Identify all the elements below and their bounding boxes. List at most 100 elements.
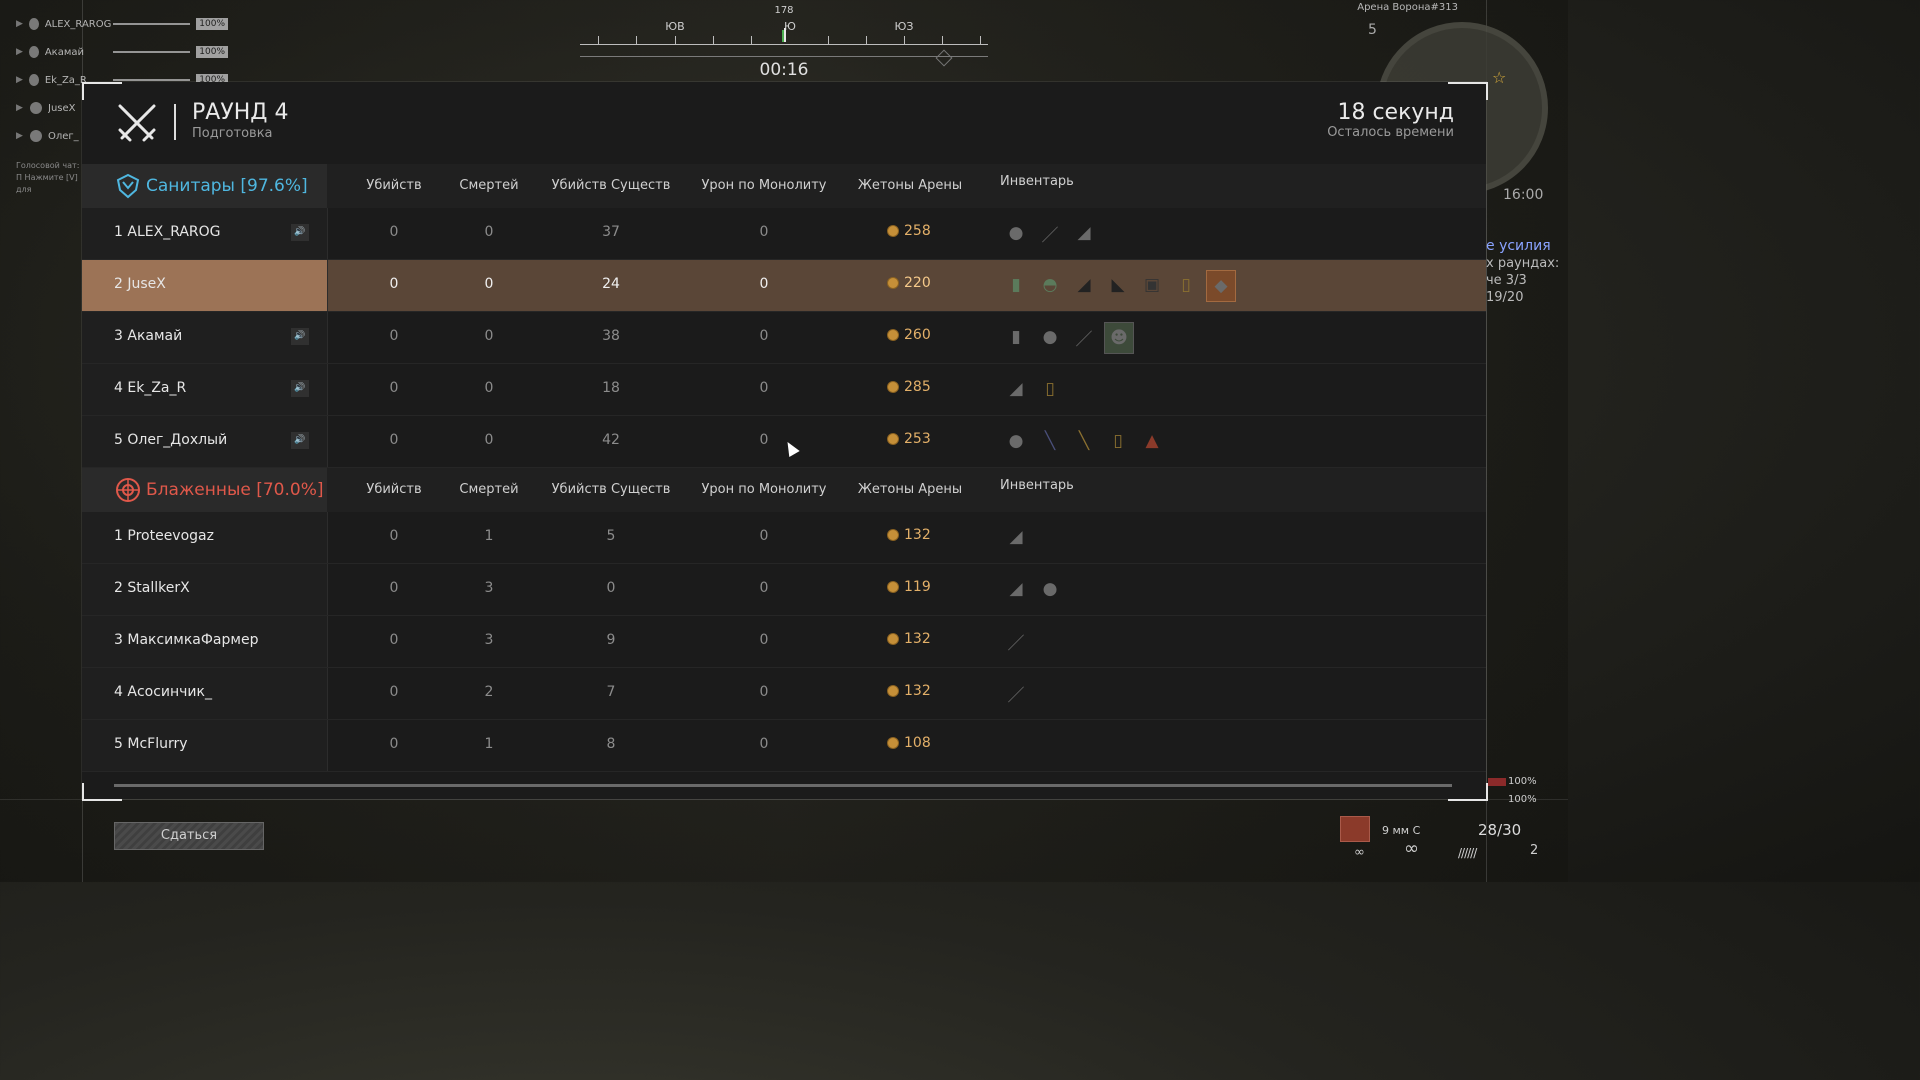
kills-value: 0 (389, 380, 399, 396)
arena-tokens: 132 (887, 527, 931, 543)
monolith-damage-value: 0 (759, 580, 769, 596)
grenade-icon[interactable]: ● (1036, 574, 1064, 604)
token-count: 108 (904, 735, 931, 751)
scrollbar-thumb[interactable] (114, 784, 1452, 787)
player-row[interactable]: 4 Асосинчик_ 0 2 7 0 132 ／ (82, 668, 1486, 720)
deaths-value: 0 (484, 380, 494, 396)
player-row[interactable]: 5 Олег_Дохлый 🔊 0 0 42 0 253 ● ╲ ╲ ▯ ▲ (82, 416, 1486, 468)
pistol-icon[interactable]: ◢ (1002, 374, 1030, 404)
player-row[interactable]: 1 Proteevogaz 0 1 5 0 132 ◢ (82, 512, 1486, 564)
grenade-icon[interactable]: ● (1036, 322, 1064, 352)
player-row[interactable]: 2 StallkerX 0 3 0 0 119 ◢ ● (82, 564, 1486, 616)
quest-line: че 3/3 (1486, 273, 1527, 288)
quest-line: х раундах: (1486, 256, 1560, 271)
pistol-icon[interactable]: ◣ (1104, 270, 1132, 300)
speaker-icon[interactable]: 🔊 (291, 224, 309, 241)
expand-arrow-icon: ▶ (16, 75, 23, 85)
pistol-icon[interactable]: ◢ (1002, 574, 1030, 604)
player-row[interactable]: 1 ALEX_RAROG 🔊 0 0 37 0 258 ● ／ ◢ (82, 208, 1486, 260)
grenade-icon[interactable]: ● (1002, 218, 1030, 248)
speaker-icon[interactable]: 🔊 (291, 328, 309, 345)
canister-icon[interactable]: ▯ (1104, 426, 1132, 456)
monolith-damage-value: 0 (759, 432, 769, 448)
knife-icon[interactable]: ／ (1036, 218, 1064, 248)
team-name: Блаженные [70.0%] (146, 480, 324, 500)
player-row[interactable]: 3 Акамай 🔊 0 0 38 0 260 ▮ ● ／ ☻ (82, 312, 1486, 364)
team-header: Блаженные [70.0%] Убийств Смертей Убийст… (82, 468, 1486, 512)
compass: 178 ЮВ Ю ЮЗ 00:16 (580, 0, 988, 84)
health-percent: 100% (196, 46, 228, 58)
column-header: Инвентарь (1000, 478, 1074, 493)
quest-line: 19/20 (1486, 290, 1524, 305)
armor-bar (1488, 778, 1506, 786)
team-header: Санитары [97.6%] Убийств Смертей Убийств… (82, 164, 1486, 208)
player-row[interactable]: 4 Ek_Za_R 🔊 0 0 18 0 285 ◢ ▯ (82, 364, 1486, 416)
avatar-icon (28, 46, 39, 58)
inventory: ／ (1002, 626, 1030, 656)
knife-icon[interactable]: ／ (1002, 678, 1030, 708)
player-rank: 2 (114, 276, 123, 292)
squad-member: ▶ ALEX_RAROG 100% (16, 10, 228, 38)
speaker-icon[interactable]: 🔊 (291, 432, 309, 449)
shotgun-icon[interactable]: ╲ (1070, 426, 1098, 456)
medkit-icon[interactable] (1340, 816, 1370, 842)
kills-value: 0 (389, 632, 399, 648)
speaker-icon[interactable]: 🔊 (291, 380, 309, 397)
panel-corner (82, 82, 122, 100)
player-rank: 3 (114, 632, 123, 648)
player-nickname: ALEX_RAROG (127, 224, 221, 240)
compass-tick (675, 36, 676, 44)
helmet-icon[interactable]: ◓ (1036, 270, 1064, 300)
creature-kills-value: 8 (606, 736, 616, 752)
canister-icon[interactable]: ▯ (1036, 374, 1064, 404)
arena-name: Арена Ворона#313 (1357, 2, 1458, 13)
surrender-button[interactable]: Сдаться (114, 822, 264, 850)
deaths-value: 1 (484, 528, 494, 544)
deaths-value: 0 (484, 224, 494, 240)
mask-icon[interactable]: ☻ (1104, 322, 1134, 354)
grenade-icon[interactable]: ● (1002, 426, 1030, 456)
arena-tokens: 119 (887, 579, 931, 595)
pistol-icon[interactable]: ◢ (1070, 218, 1098, 248)
horizontal-scrollbar[interactable] (114, 784, 1452, 787)
voice-chat-hint: Голосовой чат: П Нажмите [V] для (16, 161, 80, 194)
pistol-icon[interactable]: ◢ (1002, 522, 1030, 552)
monolith-damage-value: 0 (759, 684, 769, 700)
kills-value: 0 (389, 328, 399, 344)
token-count: 119 (904, 579, 931, 595)
quest-tracker: е усилия х раундах: че 3/3 19/20 (1486, 238, 1559, 306)
avatar-icon (30, 130, 42, 142)
player-rank: 5 (114, 432, 123, 448)
star-icon: ☆ (1492, 68, 1507, 87)
knife-icon[interactable]: ／ (1070, 322, 1098, 352)
can-icon[interactable]: ▮ (1002, 322, 1030, 352)
canister-icon[interactable]: ▯ (1172, 270, 1200, 300)
artifact-icon[interactable]: ◆ (1206, 270, 1236, 302)
player-row[interactable]: 3 МаксимкаФармер 0 3 9 0 132 ／ (82, 616, 1486, 668)
arena-tokens: 132 (887, 631, 931, 647)
compass-tick (942, 36, 943, 44)
vest-icon[interactable]: ▣ (1138, 270, 1166, 300)
knife-icon[interactable]: ／ (1002, 626, 1030, 656)
monolith-damage-value: 0 (759, 224, 769, 240)
player-name: 3 Акамай (114, 328, 182, 344)
inventory: ◢ ● (1002, 574, 1064, 604)
player-name: 3 МаксимкаФармер (114, 632, 258, 648)
syringe-icon[interactable]: ╲ (1036, 426, 1064, 456)
inventory: ▮ ● ／ ☻ (1002, 322, 1134, 354)
token-coin-icon (887, 277, 899, 289)
arena-tokens: 258 (887, 223, 931, 239)
time-remaining: 18 секунд (1337, 100, 1454, 125)
player-row[interactable]: 5 McFlurry 0 1 8 0 108 (82, 720, 1486, 772)
player-name-cell: 5 McFlurry (82, 720, 328, 771)
inventory: ● ╲ ╲ ▯ ▲ (1002, 426, 1166, 456)
armor-icon[interactable]: ▲ (1138, 426, 1166, 456)
rifle-icon[interactable]: ◢ (1070, 270, 1098, 300)
player-name-cell: 4 Асосинчик_ (82, 668, 328, 719)
compass-tick (828, 36, 829, 44)
arena-tokens: 108 (887, 735, 931, 751)
player-rank: 3 (114, 328, 123, 344)
player-row-current[interactable]: 2 JuseX 0 0 24 0 220 ▮ ◓ ◢ ◣ ▣ ▯ ◆ (82, 260, 1486, 312)
avatar-icon (28, 74, 39, 86)
bottle-icon[interactable]: ▮ (1002, 270, 1030, 300)
